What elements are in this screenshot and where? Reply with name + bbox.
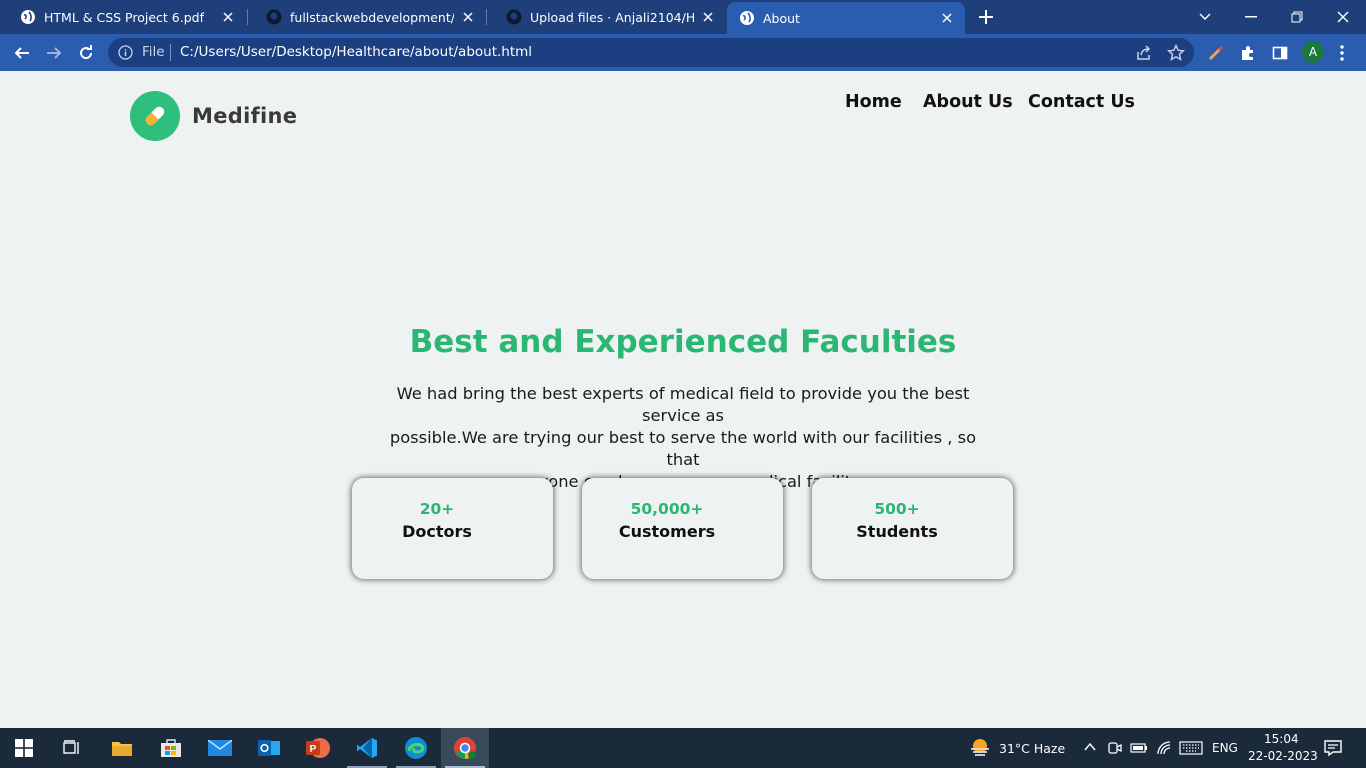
tab-pdf[interactable]: HTML & CSS Project 6.pdf bbox=[0, 0, 246, 34]
address-bar[interactable]: File C:/Users/User/Desktop/Healthcare/ab… bbox=[108, 38, 1194, 67]
stat-label: Students bbox=[856, 522, 938, 541]
share-icon[interactable] bbox=[1135, 44, 1153, 62]
battery-icon[interactable] bbox=[1130, 741, 1148, 755]
browser-tab-strip: HTML & CSS Project 6.pdf fullstackwebdev… bbox=[0, 0, 1366, 34]
forward-arrow-icon[interactable] bbox=[41, 40, 67, 66]
task-view-icon[interactable] bbox=[48, 728, 96, 768]
windows-start-icon[interactable] bbox=[0, 728, 48, 768]
stat-card-customers: 50,000+ Customers bbox=[582, 478, 783, 579]
stat-value: 50,000+ bbox=[630, 500, 704, 518]
side-panel-icon[interactable] bbox=[1267, 40, 1293, 66]
intro-line: possible.We are trying our best to serve… bbox=[389, 428, 977, 469]
tab-title: Upload files · Anjali2104/Healthcare bbox=[530, 9, 694, 25]
tab-title: About bbox=[763, 10, 800, 26]
stat-value: 500+ bbox=[874, 500, 920, 518]
edge-icon[interactable] bbox=[392, 728, 440, 768]
scheme-label: File bbox=[142, 44, 165, 60]
bookmark-star-icon[interactable] bbox=[1167, 44, 1185, 62]
nav-home-link[interactable]: Home bbox=[845, 92, 902, 112]
github-icon bbox=[506, 9, 522, 25]
tab-github-about[interactable]: fullstackwebdevelopment/about.html bbox=[246, 0, 486, 34]
github-icon bbox=[266, 9, 282, 25]
chevron-up-icon[interactable] bbox=[1084, 742, 1096, 752]
back-arrow-icon[interactable] bbox=[9, 40, 35, 66]
svg-text:P: P bbox=[310, 744, 317, 755]
nav-about-link[interactable]: About Us bbox=[923, 92, 1013, 112]
store-icon[interactable] bbox=[147, 728, 195, 768]
tab-title: HTML & CSS Project 6.pdf bbox=[44, 9, 204, 25]
globe-icon bbox=[740, 11, 754, 25]
close-icon[interactable] bbox=[220, 9, 236, 25]
intro-paragraph: We had bring the best experts of medical… bbox=[373, 383, 993, 493]
close-icon[interactable] bbox=[460, 9, 476, 25]
new-tab-icon[interactable] bbox=[976, 7, 996, 27]
vscode-icon[interactable] bbox=[343, 728, 391, 768]
menu-dots-icon[interactable] bbox=[1329, 40, 1355, 66]
nav-contact-link[interactable]: Contact Us bbox=[1028, 92, 1135, 112]
wifi-icon[interactable] bbox=[1156, 740, 1172, 756]
intro-line: We had bring the best experts of medical… bbox=[396, 384, 970, 425]
globe-icon bbox=[21, 10, 35, 24]
minimize-icon[interactable] bbox=[1228, 0, 1274, 34]
taskbar: P 31°C Haze ENG 15:04 22-02-2023 bbox=[0, 728, 1366, 768]
tab-about[interactable]: About bbox=[727, 2, 965, 34]
tab-github-upload[interactable]: Upload files · Anjali2104/Healthcare bbox=[486, 0, 726, 34]
extensions-puzzle-icon[interactable] bbox=[1235, 40, 1261, 66]
meet-now-icon[interactable] bbox=[1108, 740, 1122, 756]
pen-extension-icon[interactable] bbox=[1203, 40, 1229, 66]
close-icon[interactable] bbox=[939, 10, 955, 26]
page-title: Best and Experienced Faculties bbox=[409, 324, 957, 360]
reload-icon[interactable] bbox=[73, 40, 99, 66]
stat-value: 20+ bbox=[419, 500, 455, 518]
close-icon[interactable] bbox=[700, 9, 716, 25]
stat-label: Customers bbox=[618, 522, 716, 541]
notifications-icon[interactable] bbox=[1324, 739, 1342, 757]
browser-toolbar: File C:/Users/User/Desktop/Healthcare/ab… bbox=[0, 34, 1366, 71]
close-window-icon[interactable] bbox=[1320, 0, 1366, 34]
page-content: Medifine Home About Us Contact Us Best a… bbox=[0, 71, 1366, 728]
mail-icon[interactable] bbox=[196, 728, 244, 768]
haze-weather-icon[interactable] bbox=[968, 736, 992, 760]
tab-title: fullstackwebdevelopment/about.html bbox=[290, 9, 454, 25]
weather-text[interactable]: 31°C Haze bbox=[999, 741, 1065, 756]
clock-date[interactable]: 22-02-2023 bbox=[1248, 749, 1318, 763]
language-indicator[interactable]: ENG bbox=[1212, 741, 1238, 755]
profile-avatar[interactable]: A bbox=[1302, 41, 1324, 63]
url-text[interactable]: C:/Users/User/Desktop/Healthcare/about/a… bbox=[180, 44, 532, 60]
powerpoint-icon[interactable]: P bbox=[294, 728, 342, 768]
pill-logo-icon[interactable] bbox=[130, 91, 180, 141]
outlook-icon[interactable] bbox=[245, 728, 293, 768]
tab-search-icon[interactable] bbox=[1182, 0, 1228, 34]
info-icon[interactable] bbox=[118, 45, 133, 60]
file-explorer-icon[interactable] bbox=[98, 728, 146, 768]
restore-icon[interactable] bbox=[1274, 0, 1320, 34]
stat-card-students: 500+ Students bbox=[812, 478, 1013, 579]
clock-time[interactable]: 15:04 bbox=[1264, 732, 1299, 746]
stat-label: Doctors bbox=[402, 522, 472, 541]
chrome-icon[interactable] bbox=[441, 728, 489, 768]
stat-card-doctors: 20+ Doctors bbox=[352, 478, 553, 579]
brand-name[interactable]: Medifine bbox=[192, 104, 297, 128]
keyboard-icon[interactable] bbox=[1179, 741, 1203, 755]
